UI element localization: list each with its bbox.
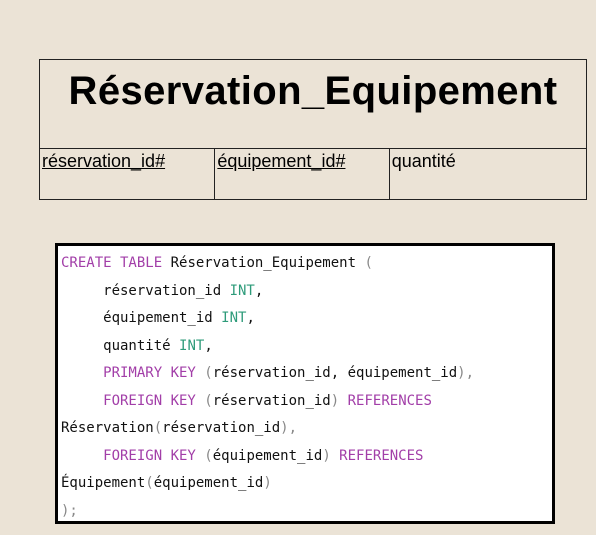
- entity-fields: réservation_id# équipement_id# quantité: [40, 149, 586, 200]
- sql-line: PRIMARY KEY (réservation_id, équipement_…: [61, 360, 552, 388]
- sql-token: REFERENCES: [339, 392, 432, 409]
- sql-token: PRIMARY KEY: [61, 365, 205, 381]
- sql-token: réservation_id: [212, 392, 331, 409]
- sql-token: équipement_id: [212, 447, 323, 464]
- entity-title: Réservation_Equipement: [40, 60, 586, 149]
- sql-token: Réservation: [61, 420, 154, 436]
- sql-token: Réservation_Equipement: [162, 255, 365, 271]
- sql-token: ,: [254, 282, 264, 299]
- sql-token: réservation_id: [162, 420, 281, 436]
- entity-table: Réservation_Equipement réservation_id# é…: [39, 59, 587, 200]
- sql-token: ,: [204, 337, 213, 354]
- sql-token: (: [204, 392, 213, 409]
- sql-token: (: [364, 255, 373, 271]
- sql-line: FOREIGN KEY (réservation_id) REFERENCES: [61, 388, 552, 416]
- sql-token: (: [145, 475, 154, 491]
- sql-token: ): [322, 447, 331, 464]
- sql-token: équipement_id: [61, 310, 222, 326]
- sql-line: );: [61, 498, 552, 522]
- sql-line: équipement_id INT,: [61, 305, 552, 333]
- sql-token: ),: [457, 365, 475, 381]
- field-reservation-id: réservation_id#: [40, 149, 216, 200]
- sql-token: INT: [229, 282, 255, 299]
- sql-token: réservation_id: [61, 282, 230, 299]
- sql-token: ),: [280, 420, 298, 436]
- sql-token: ,: [246, 310, 255, 326]
- sql-token: réservation_id, équipement_id: [212, 365, 458, 381]
- sql-token: INT: [179, 337, 205, 354]
- sql-line: Réservation(réservation_id),: [61, 415, 552, 443]
- sql-token: REFERENCES: [330, 447, 424, 464]
- sql-token: ): [263, 475, 272, 491]
- sql-token: CREATE TABLE: [61, 255, 163, 271]
- sql-token: );: [61, 502, 78, 519]
- sql-token: (: [204, 447, 213, 464]
- sql-line: réservation_id INT,: [61, 278, 552, 306]
- sql-line: Équipement(équipement_id): [61, 470, 552, 498]
- sql-token: INT: [221, 310, 247, 326]
- field-equipement-id: équipement_id#: [215, 149, 390, 200]
- sql-token: Équipement: [61, 475, 146, 491]
- sql-token: ): [330, 392, 340, 409]
- sql-line: CREATE TABLE Réservation_Equipement (: [61, 250, 552, 278]
- sql-code-block: CREATE TABLE Réservation_Equipement ( ré…: [55, 243, 555, 524]
- sql-token: (: [204, 365, 213, 381]
- sql-token: quantité: [61, 337, 180, 354]
- sql-token: FOREIGN KEY: [61, 392, 205, 409]
- sql-token: (: [153, 420, 163, 436]
- sql-line: FOREIGN KEY (équipement_id) REFERENCES: [61, 443, 552, 471]
- sql-line: quantité INT,: [61, 333, 552, 361]
- field-quantite: quantité: [391, 151, 456, 171]
- sql-token: FOREIGN KEY: [61, 447, 205, 464]
- sql-token: équipement_id: [153, 475, 264, 491]
